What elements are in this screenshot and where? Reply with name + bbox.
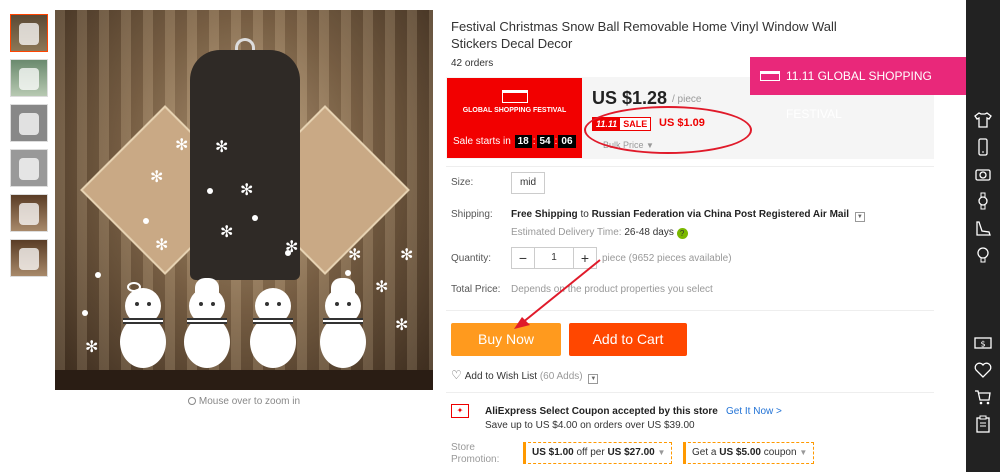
snow-dot bbox=[252, 215, 258, 221]
festival-banner[interactable]: 11.11 GLOBAL SHOPPING FESTIVAL bbox=[750, 57, 970, 121]
price-unit: / piece bbox=[672, 94, 702, 105]
total-price-label: Total Price: bbox=[451, 284, 501, 295]
phone-icon[interactable] bbox=[974, 138, 992, 156]
snowflake-decal: ✻ bbox=[85, 339, 99, 356]
shoe-icon[interactable] bbox=[974, 219, 992, 237]
buy-now-button[interactable]: Buy Now bbox=[451, 323, 561, 356]
countdown-hours: 18 bbox=[514, 135, 532, 148]
tshirt-icon[interactable] bbox=[974, 111, 992, 129]
annotation-oval bbox=[584, 106, 752, 154]
snowflake-decal: ✻ bbox=[150, 169, 164, 186]
clipboard-icon[interactable] bbox=[974, 415, 992, 433]
heart-icon[interactable] bbox=[974, 361, 992, 379]
total-price-value: Depends on the product properties you se… bbox=[511, 284, 713, 295]
snowflake-decal: ✻ bbox=[155, 237, 169, 254]
festival-logo-icon bbox=[502, 90, 528, 103]
snow-dot bbox=[95, 272, 101, 278]
snowflake-decal: ✻ bbox=[348, 247, 362, 264]
coat bbox=[190, 50, 300, 280]
thumbnail-image[interactable] bbox=[10, 239, 48, 277]
thumbnail-strip bbox=[10, 14, 48, 284]
snow-dot bbox=[207, 188, 213, 194]
coupon-subtitle: Save up to US $4.00 on orders over US $3… bbox=[485, 420, 695, 431]
product-title: Festival Christmas Snow Ball Removable H… bbox=[451, 19, 837, 51]
zoom-hint: Mouse over to zoom in bbox=[55, 396, 433, 407]
thumbnail-image[interactable] bbox=[10, 104, 48, 142]
countdown-seconds: 06 bbox=[558, 135, 576, 148]
heart-icon: ♡ bbox=[451, 368, 462, 382]
quantity-increase-button[interactable]: + bbox=[574, 248, 596, 268]
add-to-cart-button[interactable]: Add to Cart bbox=[569, 323, 687, 356]
snowflake-decal: ✻ bbox=[220, 224, 234, 241]
snowflake-decal: ✻ bbox=[400, 247, 414, 264]
festival-countdown-card: GLOBAL SHOPPING FESTIVAL Sale starts in … bbox=[447, 78, 582, 158]
snowflake-decal: ✻ bbox=[375, 279, 389, 296]
quantity-decrease-button[interactable]: − bbox=[512, 248, 534, 268]
snow-dot bbox=[82, 310, 88, 316]
snowflake-decal: ✻ bbox=[240, 182, 254, 199]
right-sidebar: $ bbox=[966, 0, 1000, 472]
festival-logo-text: GLOBAL SHOPPING FESTIVAL bbox=[462, 107, 567, 114]
size-option-mid[interactable]: mid bbox=[511, 172, 545, 194]
shipping-info: Free Shipping to Russian Federation via … bbox=[511, 209, 865, 222]
quantity-stepper: − 1 + bbox=[511, 247, 597, 269]
thumbnail-image[interactable] bbox=[10, 59, 48, 97]
delivery-estimate: Estimated Delivery Time: 26-48 days ? bbox=[511, 227, 688, 239]
size-label: Size: bbox=[451, 177, 474, 188]
snow-dot bbox=[143, 218, 149, 224]
camera-icon[interactable] bbox=[974, 165, 992, 183]
snow-dot bbox=[345, 270, 351, 276]
thumbnail-image[interactable] bbox=[10, 149, 48, 187]
snowflake-decal: ✻ bbox=[395, 317, 409, 334]
thumbnail-image[interactable] bbox=[10, 194, 48, 232]
add-to-wishlist-link[interactable]: ♡ Add to Wish List (60 Adds) ▼ bbox=[451, 368, 599, 384]
product-page: ✻ ✻ ✻ ✻ ✻ ✻ ✻ ✻ ✻ ✻ ✻ ✻ Mouse over to zo… bbox=[0, 0, 1000, 472]
get-it-now-link[interactable]: Get It Now > bbox=[726, 406, 782, 417]
coupon-title: AliExpress Select Coupon accepted by thi… bbox=[485, 406, 718, 417]
chevron-down-icon: ▼ bbox=[799, 448, 808, 457]
cart-icon[interactable] bbox=[974, 388, 992, 406]
svg-text:$: $ bbox=[980, 340, 985, 349]
festival-logo-icon bbox=[760, 71, 780, 81]
availability-text: piece (9652 pieces available) bbox=[602, 253, 732, 264]
help-icon[interactable]: ? bbox=[676, 228, 688, 239]
store-promotion-coupon[interactable]: Get a US $5.00 coupon ▼ bbox=[683, 442, 815, 464]
quantity-input[interactable]: 1 bbox=[534, 248, 574, 268]
snowflake-decal: ✻ bbox=[215, 139, 229, 156]
shipping-dropdown-icon[interactable]: ▼ bbox=[854, 212, 865, 222]
bulb-icon[interactable] bbox=[974, 246, 992, 264]
main-product-image[interactable]: ✻ ✻ ✻ ✻ ✻ ✻ ✻ ✻ ✻ ✻ ✻ ✻ bbox=[55, 10, 433, 390]
countdown-minutes: 54 bbox=[536, 135, 554, 148]
orders-count: 42 orders bbox=[451, 58, 494, 69]
quantity-label: Quantity: bbox=[451, 253, 492, 264]
chevron-down-icon[interactable]: ▼ bbox=[588, 374, 599, 384]
magnifier-icon bbox=[187, 397, 196, 405]
currency-icon[interactable]: $ bbox=[974, 334, 992, 352]
chevron-down-icon: ▼ bbox=[657, 448, 666, 457]
snow-dot bbox=[285, 250, 291, 256]
store-promotion-coupon[interactable]: US $1.00 off per US $27.00 ▼ bbox=[523, 442, 673, 464]
watch-icon[interactable] bbox=[974, 192, 992, 210]
window-sill bbox=[55, 370, 433, 390]
shipping-label: Shipping: bbox=[451, 209, 493, 220]
coupon-icon: ✦ bbox=[451, 404, 469, 418]
store-promotion-label: Store Promotion: bbox=[451, 442, 500, 465]
thumbnail-image[interactable] bbox=[10, 14, 48, 52]
sale-countdown: Sale starts in 18:54:06 bbox=[453, 135, 576, 148]
snowflake-decal: ✻ bbox=[175, 137, 189, 154]
